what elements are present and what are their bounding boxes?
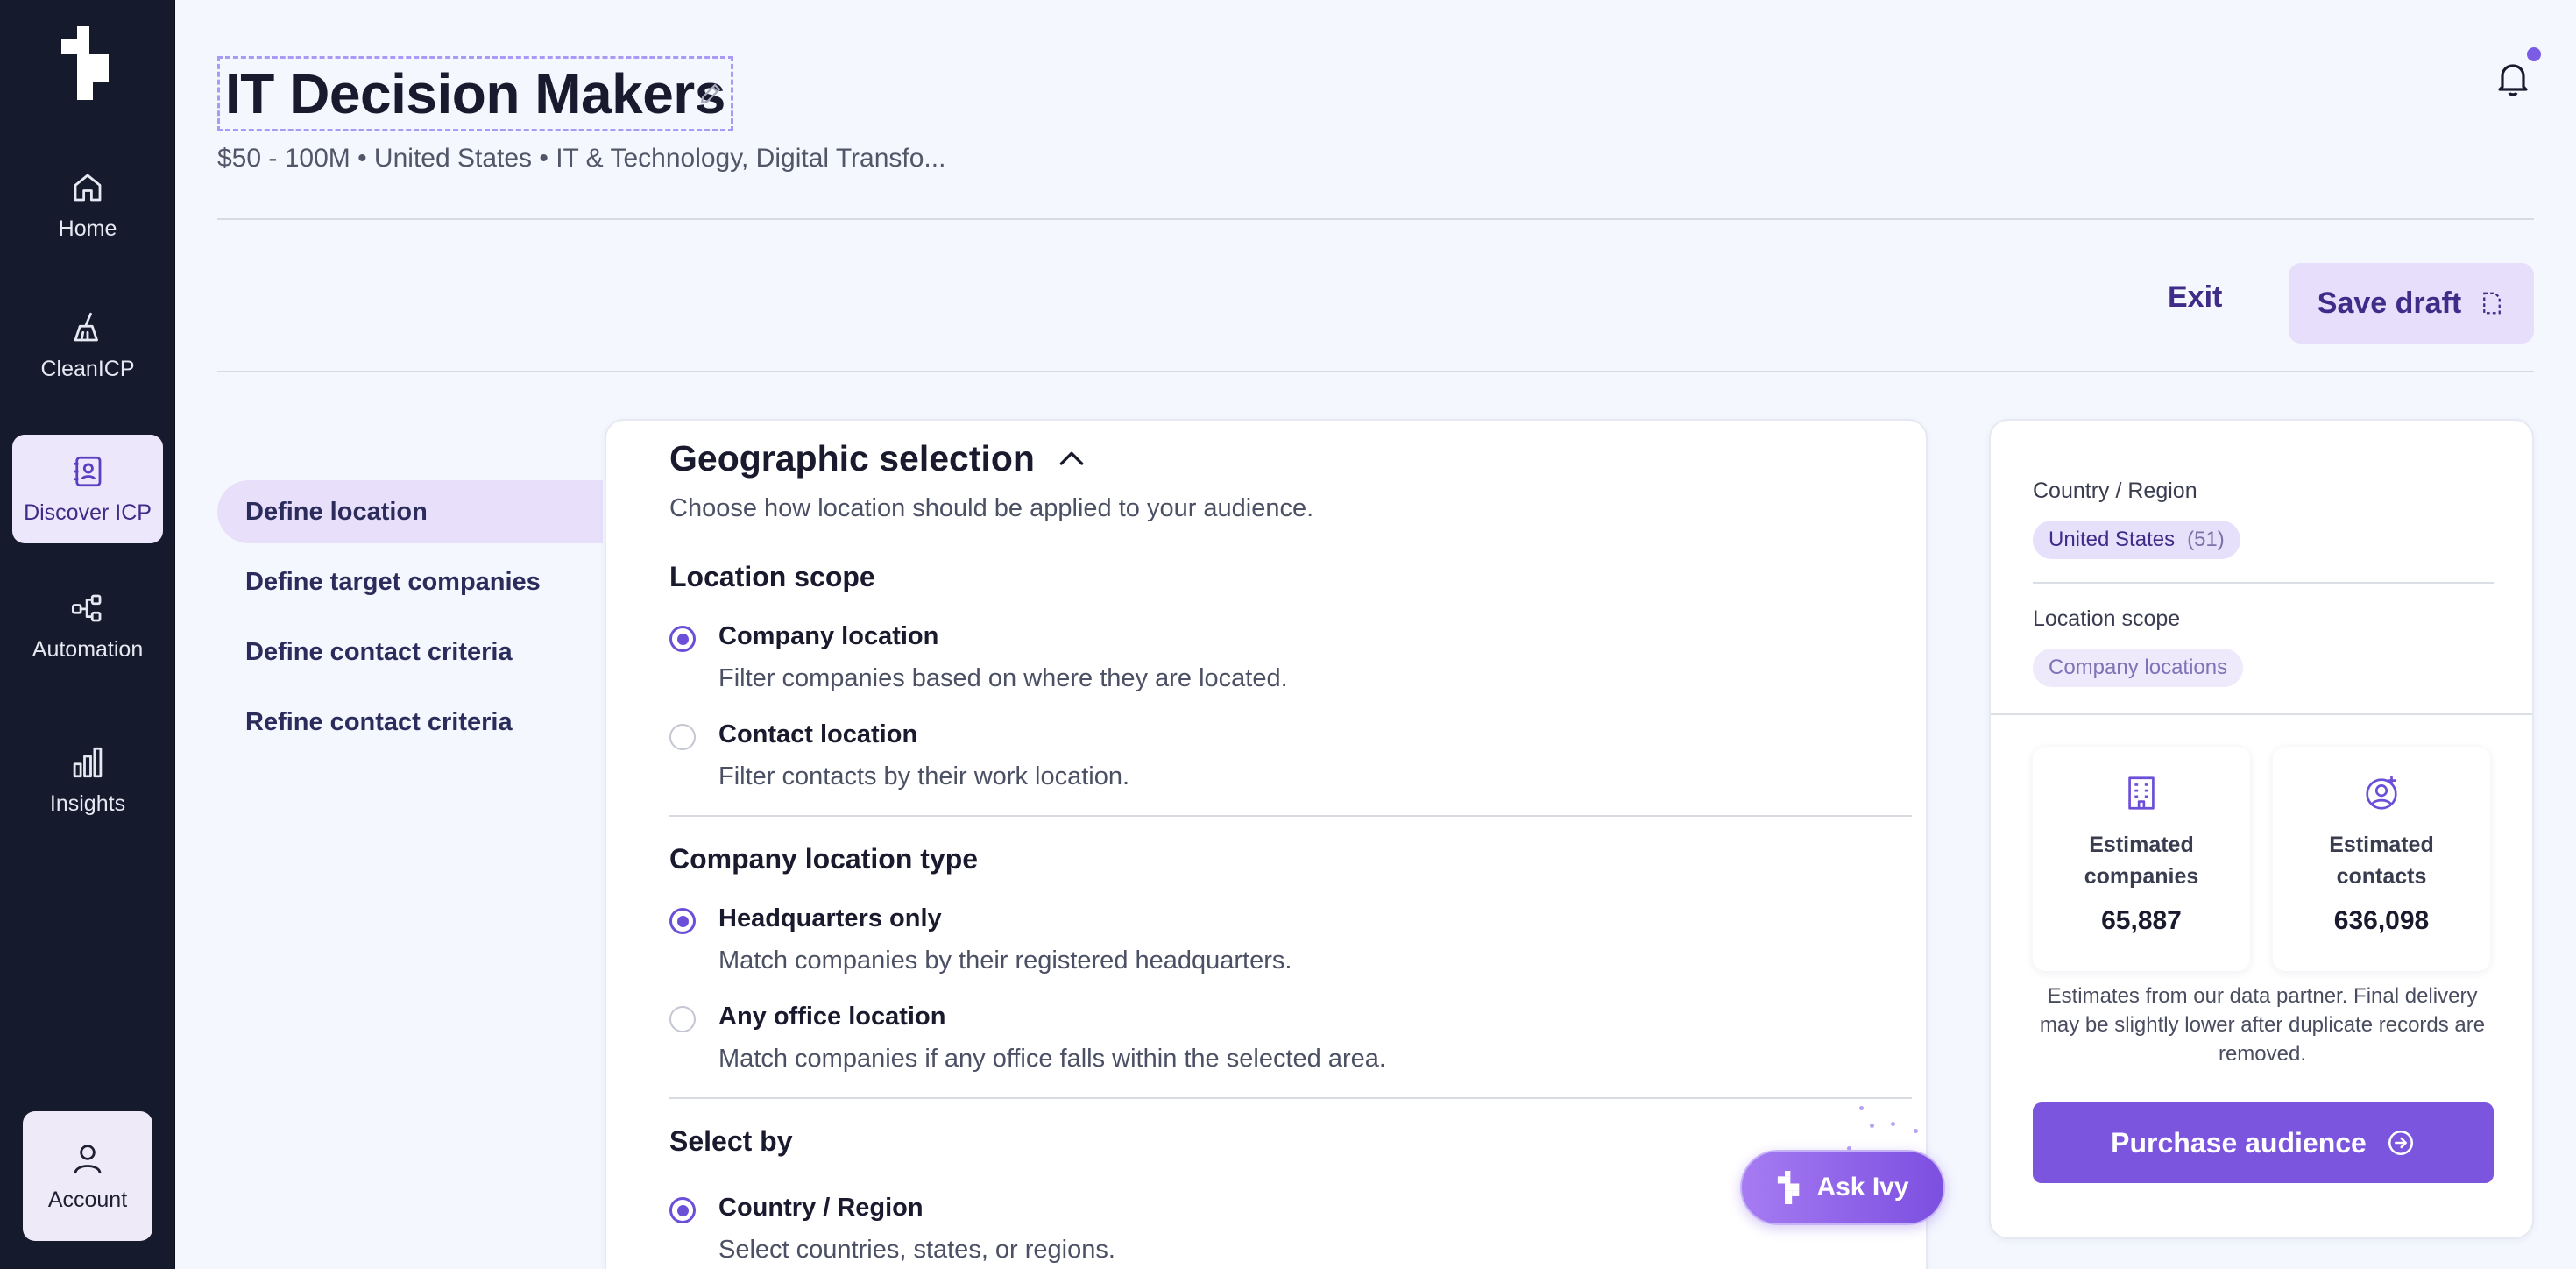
sidebar-item-label: Discover ICP bbox=[24, 500, 152, 525]
home-icon bbox=[74, 174, 102, 201]
any-office-location-label[interactable]: Any office location bbox=[718, 1003, 945, 1032]
estimated-contacts-card: Estimated contacts 636,098 bbox=[2273, 747, 2490, 971]
sidebar: Home CleanICP Discover ICP Automation In… bbox=[0, 0, 175, 1269]
sidebar-item-insights[interactable]: Insights bbox=[12, 726, 163, 834]
step-refine-contact-criteria[interactable]: Refine contact criteria bbox=[217, 691, 603, 754]
country-region-desc: Select countries, states, or regions. bbox=[718, 1236, 1115, 1264]
company-location-label[interactable]: Company location bbox=[718, 622, 938, 651]
section-title: Geographic selection bbox=[669, 438, 1035, 479]
exit-button[interactable]: Exit bbox=[2168, 280, 2222, 315]
ask-ivy-button[interactable]: Ask Ivy bbox=[1740, 1150, 1945, 1225]
country-chip-label: United States bbox=[2049, 528, 2176, 551]
company-location-type-heading: Company location type bbox=[669, 843, 979, 875]
app-logo-icon[interactable] bbox=[58, 26, 116, 100]
estimated-companies-card: Estimated companies 65,887 bbox=[2033, 747, 2250, 971]
select-by-heading: Select by bbox=[669, 1125, 793, 1157]
section-divider bbox=[669, 1097, 1912, 1099]
actions-divider bbox=[217, 371, 2534, 372]
sidebar-item-automation[interactable]: Automation bbox=[12, 571, 163, 680]
sidebar-item-cleanicp[interactable]: CleanICP bbox=[12, 291, 163, 400]
arrow-right-circle-icon bbox=[2388, 1130, 2413, 1156]
any-office-location-radio[interactable] bbox=[669, 1006, 696, 1032]
scope-chip-label: Company locations bbox=[2049, 656, 2228, 679]
estimated-contacts-label: Estimated contacts bbox=[2329, 833, 2434, 889]
page-title[interactable]: IT Decision Makers bbox=[225, 61, 725, 126]
estimated-companies-label: Estimated companies bbox=[2084, 833, 2199, 889]
headquarters-only-radio[interactable] bbox=[669, 908, 696, 934]
section-divider bbox=[669, 815, 1912, 817]
bell-icon[interactable] bbox=[2492, 56, 2534, 100]
ask-ivy-label: Ask Ivy bbox=[1816, 1173, 1909, 1202]
workflow-icon bbox=[71, 594, 102, 621]
scope-chip[interactable]: Company locations bbox=[2033, 649, 2244, 687]
contact-location-desc: Filter contacts by their work location. bbox=[718, 762, 1130, 790]
estimate-disclaimer: Estimates from our data partner. Final d… bbox=[2039, 984, 2486, 1066]
sparkle-dot bbox=[1914, 1129, 1918, 1133]
estimated-contacts-value: 636,098 bbox=[2333, 906, 2430, 935]
country-chip[interactable]: United States (51) bbox=[2033, 521, 2240, 559]
contact-location-label[interactable]: Contact location bbox=[718, 720, 917, 749]
estimated-companies-value: 65,887 bbox=[2101, 906, 2182, 935]
location-scope-summary-label: Location scope bbox=[2033, 606, 2181, 631]
company-location-desc: Filter companies based on where they are… bbox=[718, 664, 1288, 692]
country-chip-count: (51) bbox=[2187, 528, 2225, 551]
section-header[interactable]: Geographic selection bbox=[669, 438, 1089, 479]
sparkle-dot bbox=[1891, 1122, 1895, 1126]
sidebar-item-label: Insights bbox=[49, 790, 126, 816]
header-divider bbox=[217, 218, 2534, 220]
section-description: Choose how location should be applied to… bbox=[669, 494, 1314, 522]
headquarters-only-label[interactable]: Headquarters only bbox=[718, 904, 942, 933]
user-icon bbox=[74, 1144, 102, 1173]
country-region-summary-label: Country / Region bbox=[2033, 479, 2197, 503]
page-subtitle: $50 - 100M • United States • IT & Techno… bbox=[217, 144, 946, 173]
sidebar-item-label: Home bbox=[58, 216, 117, 241]
user-plus-icon bbox=[2366, 776, 2397, 810]
country-region-radio[interactable] bbox=[669, 1197, 696, 1223]
purchase-audience-label: Purchase audience bbox=[2111, 1126, 2367, 1159]
location-scope-heading: Location scope bbox=[669, 561, 875, 592]
ivy-logo-icon bbox=[1778, 1171, 1800, 1204]
company-location-radio[interactable] bbox=[669, 626, 696, 652]
sidebar-item-label: Account bbox=[47, 1187, 128, 1212]
sidebar-item-discover-icp[interactable]: Discover ICP bbox=[12, 435, 163, 543]
summary-divider bbox=[2033, 582, 2494, 584]
contact-location-radio[interactable] bbox=[669, 724, 696, 750]
audience-summary-panel: Country / Region United States (51) Loca… bbox=[1989, 419, 2534, 1239]
country-region-label[interactable]: Country / Region bbox=[718, 1194, 924, 1223]
page-title-container[interactable]: IT Decision Makers bbox=[217, 56, 733, 131]
building-icon bbox=[2128, 776, 2155, 810]
geographic-selection-panel: Geographic selection Choose how location… bbox=[605, 419, 1928, 1269]
contact-book-icon bbox=[74, 456, 102, 486]
save-draft-label: Save draft bbox=[2317, 286, 2462, 320]
any-office-location-desc: Match companies if any office falls with… bbox=[718, 1045, 1386, 1073]
sidebar-item-home[interactable]: Home bbox=[12, 151, 163, 259]
headquarters-only-desc: Match companies by their registered head… bbox=[718, 946, 1292, 975]
step-define-target-companies[interactable]: Define target companies bbox=[217, 550, 603, 613]
notification-dot bbox=[2527, 47, 2541, 61]
sidebar-item-label: CleanICP bbox=[40, 356, 135, 381]
chevron-up-icon[interactable] bbox=[1054, 442, 1089, 477]
save-draft-button[interactable]: Save draft bbox=[2289, 263, 2534, 344]
sparkle-dot bbox=[1870, 1124, 1874, 1128]
sidebar-item-label: Automation bbox=[32, 636, 144, 662]
step-define-location[interactable]: Define location bbox=[217, 480, 603, 543]
summary-divider bbox=[1991, 713, 2532, 715]
purchase-audience-button[interactable]: Purchase audience bbox=[2033, 1102, 2494, 1183]
pencil-icon[interactable] bbox=[697, 81, 724, 107]
save-draft-icon bbox=[2483, 292, 2502, 315]
step-define-contact-criteria[interactable]: Define contact criteria bbox=[217, 620, 603, 684]
bar-chart-icon bbox=[73, 747, 103, 777]
sidebar-item-account[interactable]: Account bbox=[23, 1111, 152, 1241]
sparkle-dot bbox=[1859, 1106, 1864, 1110]
broom-icon bbox=[74, 312, 98, 341]
